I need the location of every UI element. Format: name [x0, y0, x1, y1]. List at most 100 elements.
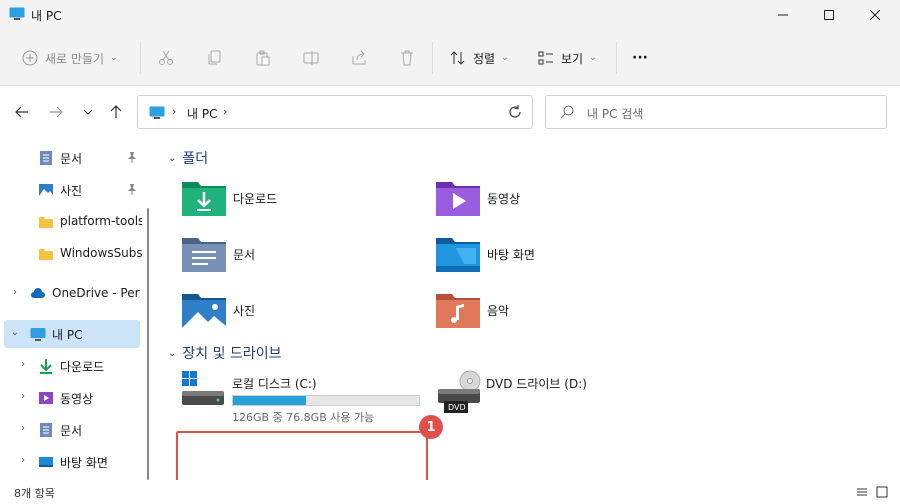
group-header-folders[interactable]: ⌄ 폴더 — [168, 148, 208, 168]
sidebar-item-label: 다운로드 — [60, 360, 105, 374]
sidebar-item-label: OneDrive - Perso — [52, 286, 140, 300]
rename-button[interactable] — [303, 46, 319, 70]
share-icon — [352, 50, 366, 65]
dvd-badge: DVD — [448, 403, 466, 412]
chevron-right-icon[interactable]: › — [18, 455, 28, 466]
refresh-icon[interactable] — [507, 104, 523, 120]
folder-label: 사진 — [233, 304, 256, 318]
video-icon — [39, 392, 53, 404]
sidebar-scrollbar[interactable] — [147, 208, 149, 480]
desktop-folder-icon — [436, 238, 480, 272]
chevron-down-icon: ⌄ — [168, 152, 177, 164]
close-button[interactable] — [852, 0, 898, 30]
sidebar-item-desktop[interactable]: › 바탕 화면 — [4, 448, 140, 476]
sort-label: 정렬 — [473, 51, 496, 66]
chevron-down-icon: ⌄ — [168, 347, 177, 359]
folder-icon — [39, 249, 53, 260]
copy-button[interactable] — [207, 46, 223, 70]
sidebar-item-platform-tools[interactable]: platform-tools — [4, 208, 142, 236]
pin-icon — [128, 152, 136, 163]
group-header-drives[interactable]: ⌄ 장치 및 드라이브 — [168, 343, 281, 363]
drive-c[interactable]: 로컬 디스크 (C:) 126GB 중 76.8GB 사용 가능 — [180, 369, 430, 425]
more-options-button[interactable]: ··· — [632, 46, 648, 70]
folder-tile-pictures[interactable]: 사진 — [182, 292, 422, 336]
music-folder-icon — [436, 294, 480, 328]
chevron-right-icon[interactable]: › — [10, 287, 20, 298]
details-view-icon[interactable] — [856, 486, 868, 498]
download-icon — [40, 359, 52, 374]
address-bar[interactable]: › 내 PC › — [137, 95, 533, 129]
chevron-down-icon: ⌄ — [501, 53, 509, 63]
folder-tile-desktop[interactable]: 바탕 화면 — [436, 236, 676, 280]
folder-label: 바탕 화면 — [487, 248, 535, 262]
downloads-folder-icon — [182, 182, 226, 216]
drive-usage-fill — [233, 396, 306, 405]
new-button[interactable]: 새로 만들기 ⌄ — [22, 46, 118, 70]
sidebar-item-downloads[interactable]: › 다운로드 — [4, 352, 140, 380]
divider — [140, 42, 141, 74]
pin-icon — [128, 184, 136, 195]
sidebar-item-label: 사진 — [60, 184, 83, 198]
view-list-icon — [538, 51, 553, 65]
recent-locations-button[interactable] — [78, 102, 98, 122]
forward-button[interactable] — [46, 102, 66, 122]
chevron-right-icon[interactable]: › — [18, 359, 28, 370]
sidebar-item-onedrive[interactable]: › OneDrive - Perso — [4, 280, 140, 308]
breadcrumb-separator[interactable]: › — [223, 105, 227, 118]
rename-icon — [303, 51, 319, 65]
status-bar: 8개 항목 — [0, 480, 900, 504]
breadcrumb-separator: › — [172, 105, 177, 118]
sidebar-item-label: WindowsSubsy — [60, 246, 142, 260]
view-button[interactable]: 보기 ⌄ — [538, 46, 597, 70]
cloud-icon — [31, 288, 45, 298]
documents-folder-icon — [182, 238, 226, 272]
command-bar: 새로 만들기 ⌄ 정렬 ⌄ 보기 ⌄ ··· — [0, 30, 900, 86]
sidebar-item-videos[interactable]: › 동영상 — [4, 384, 140, 412]
folder-tile-downloads[interactable]: 다운로드 — [182, 180, 422, 224]
minimize-button[interactable] — [760, 0, 806, 30]
sidebar-item-documents[interactable]: › 문서 — [4, 416, 140, 444]
up-button[interactable] — [106, 102, 126, 122]
sidebar-item-my-pc[interactable]: ⌄ 내 PC — [4, 320, 140, 348]
drive-label: DVD 드라이브 (D:) — [486, 377, 587, 391]
trash-icon — [401, 50, 413, 66]
cut-button[interactable] — [158, 46, 174, 70]
sort-button[interactable]: 정렬 ⌄ — [450, 46, 509, 70]
minimize-icon — [778, 14, 788, 16]
folder-tile-music[interactable]: 음악 — [436, 292, 676, 336]
copy-icon — [208, 50, 221, 65]
sidebar-item-windowssubsy[interactable]: WindowsSubsy — [4, 240, 142, 268]
folder-tile-videos[interactable]: 동영상 — [436, 180, 676, 224]
paste-button[interactable] — [255, 46, 271, 70]
back-button[interactable] — [12, 102, 32, 122]
sidebar-item-pictures-quick[interactable]: 사진 — [4, 176, 140, 204]
content-pane: ⌄ 폴더 다운로드 동영상 문서 바탕 화면 사진 음악 ⌄ 장치 및 드라이브 — [156, 136, 900, 480]
pc-icon — [30, 328, 46, 341]
maximize-button[interactable] — [806, 0, 852, 30]
more-options-label: ··· — [632, 50, 648, 66]
address-row: › 내 PC › 내 PC 검색 — [0, 86, 900, 136]
delete-button[interactable] — [399, 46, 415, 70]
chevron-down-icon[interactable]: ⌄ — [10, 327, 20, 338]
sort-icon — [450, 51, 465, 65]
sidebar-item-label: 바탕 화면 — [60, 456, 108, 470]
folder-label: 다운로드 — [233, 192, 278, 206]
folder-label: 동영상 — [487, 192, 521, 206]
chevron-right-icon[interactable]: › — [18, 423, 28, 434]
chevron-down-icon: ⌄ — [110, 53, 118, 63]
folder-tile-documents[interactable]: 문서 — [182, 236, 422, 280]
annotation-highlight-box — [176, 431, 428, 487]
tiles-view-icon[interactable] — [876, 486, 888, 498]
folder-icon — [39, 217, 53, 228]
sidebar-item-documents-quick[interactable]: 문서 — [4, 144, 140, 172]
group-title: 장치 및 드라이브 — [182, 346, 282, 362]
chevron-right-icon[interactable]: › — [18, 391, 28, 402]
window-title: 내 PC — [31, 9, 62, 23]
pictures-folder-icon — [182, 294, 226, 328]
search-box[interactable]: 내 PC 검색 — [545, 95, 887, 129]
view-label: 보기 — [561, 51, 584, 66]
paste-icon — [256, 50, 270, 66]
share-button[interactable] — [351, 46, 367, 70]
drive-d[interactable]: DVD DVD 드라이브 (D:) — [436, 369, 686, 425]
breadcrumb-my-pc[interactable]: 내 PC — [187, 105, 217, 122]
